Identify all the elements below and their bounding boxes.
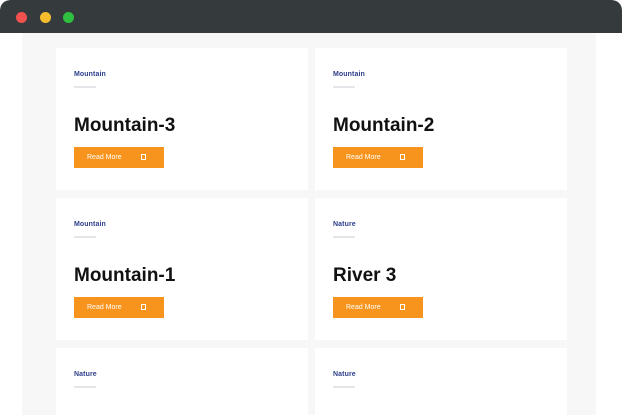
card-divider xyxy=(333,86,355,88)
read-more-icon xyxy=(400,304,405,310)
post-card: Nature xyxy=(315,348,567,415)
card-category-link[interactable]: Mountain xyxy=(333,71,365,78)
card-title-link[interactable]: Mountain-2 xyxy=(333,115,434,137)
read-more-button[interactable]: Read More xyxy=(74,297,164,318)
read-more-icon xyxy=(141,304,146,310)
page-viewport: Mountain Mountain-3 Read More Mountain M… xyxy=(0,33,622,415)
card-title-link[interactable]: Mountain-3 xyxy=(74,115,175,137)
card-category-link[interactable]: Nature xyxy=(74,371,97,378)
card-divider xyxy=(74,236,96,238)
read-more-icon xyxy=(141,154,146,160)
card-divider xyxy=(74,86,96,88)
read-more-button[interactable]: Read More xyxy=(74,147,164,168)
read-more-icon xyxy=(400,154,405,160)
minimize-dot-icon[interactable] xyxy=(40,12,51,23)
card-title-link[interactable]: Mountain-1 xyxy=(74,265,175,287)
maximize-dot-icon[interactable] xyxy=(63,12,74,23)
card-category-link[interactable]: Mountain xyxy=(74,71,106,78)
read-more-label: Read More xyxy=(87,304,122,311)
card-category-link[interactable]: Nature xyxy=(333,371,356,378)
card-divider xyxy=(74,386,96,388)
card-category-link[interactable]: Mountain xyxy=(74,221,106,228)
post-card: Nature River 3 Read More xyxy=(315,198,567,340)
post-card: Nature xyxy=(56,348,308,415)
card-category-link[interactable]: Nature xyxy=(333,221,356,228)
read-more-button[interactable]: Read More xyxy=(333,297,423,318)
card-divider xyxy=(333,386,355,388)
post-grid: Mountain Mountain-3 Read More Mountain M… xyxy=(22,33,596,415)
browser-window: Mountain Mountain-3 Read More Mountain M… xyxy=(0,0,622,415)
read-more-label: Read More xyxy=(87,154,122,161)
read-more-label: Read More xyxy=(346,304,381,311)
post-card: Mountain Mountain-1 Read More xyxy=(56,198,308,340)
close-dot-icon[interactable] xyxy=(16,12,27,23)
read-more-button[interactable]: Read More xyxy=(333,147,423,168)
post-card: Mountain Mountain-3 Read More xyxy=(56,48,308,190)
read-more-label: Read More xyxy=(346,154,381,161)
card-title-link[interactable]: River 3 xyxy=(333,265,396,287)
card-divider xyxy=(333,236,355,238)
window-titlebar xyxy=(0,0,622,33)
post-card: Mountain Mountain-2 Read More xyxy=(315,48,567,190)
